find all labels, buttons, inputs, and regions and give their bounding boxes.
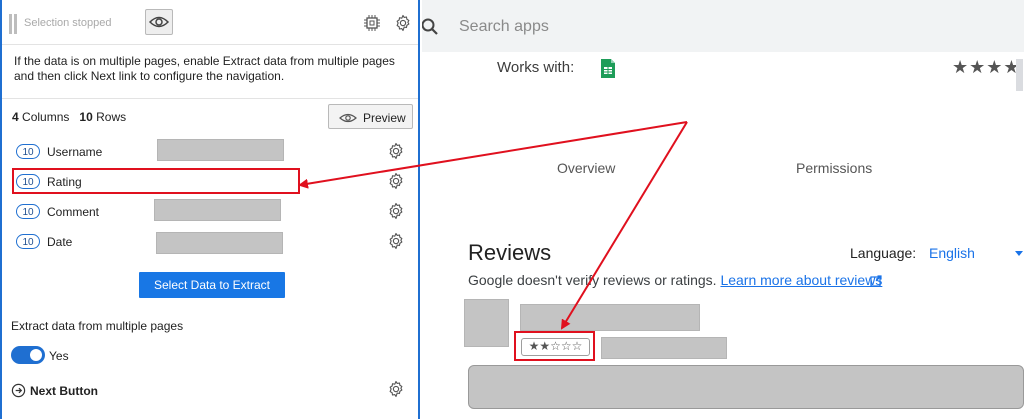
arrow-to-rating-field: [298, 121, 688, 189]
annotation-arrows: [298, 121, 688, 330]
arrow-to-review-stars: [560, 121, 688, 330]
